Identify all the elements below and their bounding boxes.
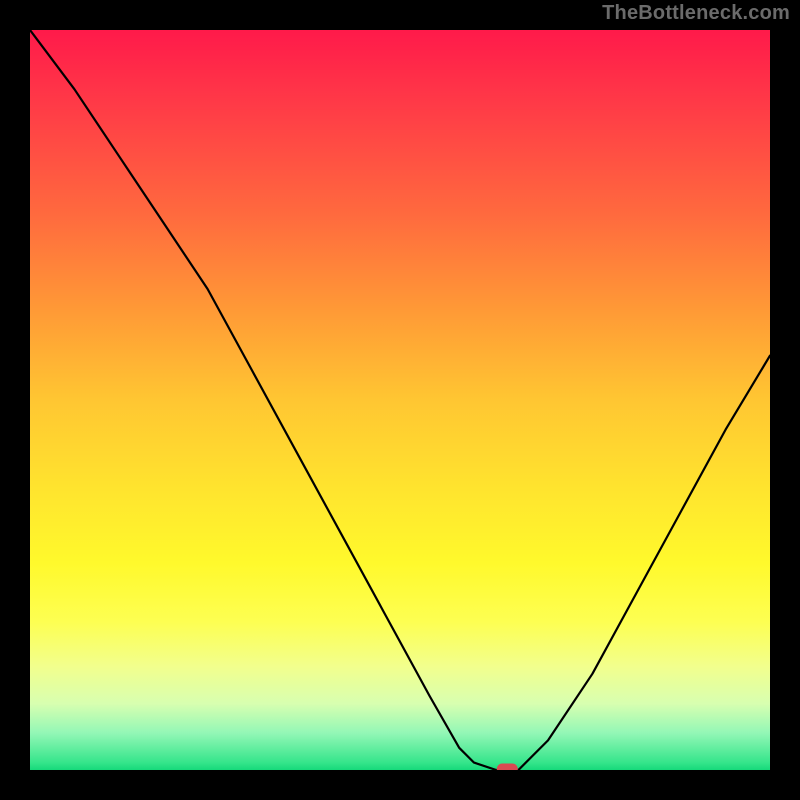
- optimum-marker: [497, 764, 517, 770]
- plot-area: [30, 30, 770, 770]
- chart-frame: TheBottleneck.com: [0, 0, 800, 800]
- curve-layer: [30, 30, 770, 770]
- watermark-text: TheBottleneck.com: [602, 2, 790, 25]
- bottleneck-curve: [30, 30, 770, 770]
